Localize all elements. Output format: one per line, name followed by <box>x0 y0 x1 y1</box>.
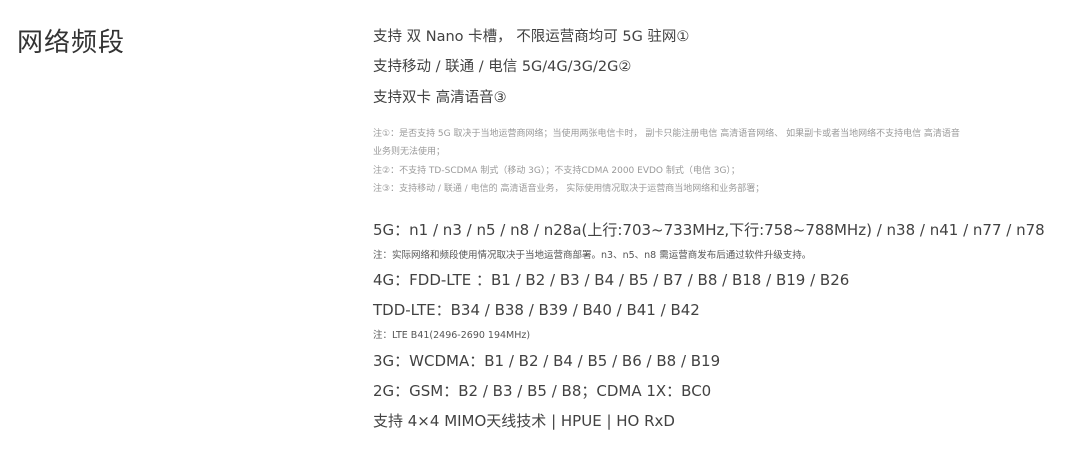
support-dual-sim-line: 支持 双 Nano 卡槽， 不限运营商均可 5G 驻网① <box>373 29 690 45</box>
band-5g: 5G：n1 / n3 / n5 / n8 / n28a(上行:703~733MH… <box>373 221 1045 239</box>
support-carriers-line: 支持移动 / 联通 / 电信 5G/4G/3G/2G② <box>373 59 632 75</box>
note-2: 注②：不支持 TD-SCDMA 制式（移动 3G）；不支持CDMA 2000 E… <box>373 166 740 176</box>
note-1-line-b: 业务则无法使用； <box>373 147 446 157</box>
band-4g-tdd: TDD-LTE：B34 / B38 / B39 / B40 / B41 / B4… <box>373 301 700 319</box>
mimo-support: 支持 4×4 MIMO天线技术 | HPUE | HO RxD <box>373 412 675 430</box>
band-3g: 3G：WCDMA：B1 / B2 / B4 / B5 / B6 / B8 / B… <box>373 352 721 370</box>
band-4g-fdd: 4G：FDD-LTE ：B1 / B2 / B3 / B4 / B5 / B7 … <box>373 271 850 289</box>
note-1-line-a: 注①：是否支持 5G 取决于当地运营商网络；当使用两张电信卡时， 副卡只能注册电… <box>373 129 960 139</box>
note-3: 注③：支持移动 / 联通 / 电信的 高清语音业务， 实际使用情况取决于运营商当… <box>373 184 765 194</box>
band-lte-note: 注：LTE B41(2496-2690 194MHz) <box>373 330 531 341</box>
support-hd-voice-line: 支持双卡 高清语音③ <box>373 90 507 106</box>
section-title: 网络频段 <box>17 28 126 58</box>
band-2g: 2G：GSM：B2 / B3 / B5 / B8；CDMA 1X：BC0 <box>373 382 712 400</box>
band-5g-note: 注：实际网络和频段使用情况取决于当地运营商部署。n3、n5、n8 需运营商发布后… <box>373 250 812 261</box>
